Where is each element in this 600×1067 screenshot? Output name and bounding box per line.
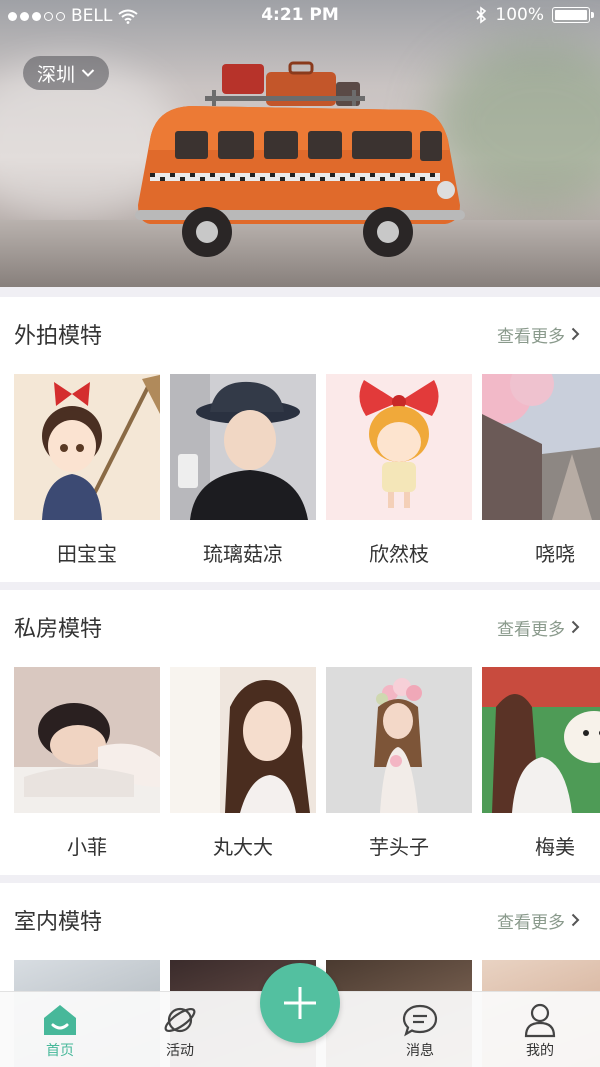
city-label: 深圳 [37, 63, 76, 86]
chat-bubble-icon [402, 1004, 438, 1037]
city-selector[interactable]: 深圳 [23, 56, 110, 90]
model-photo [326, 374, 472, 520]
chevron-right-icon [571, 327, 580, 341]
model-card[interactable]: 琉璃菇凉 [170, 374, 316, 566]
planet-icon [164, 1007, 196, 1033]
model-photo [482, 374, 600, 520]
model-card[interactable]: 小菲 [14, 667, 160, 859]
tab-label: 首页 [46, 1043, 74, 1059]
model-name: 哓哓 [535, 542, 575, 566]
model-photo [14, 374, 160, 520]
model-photo [170, 374, 316, 520]
section-title: 私房模特 [14, 617, 103, 642]
section-title: 外拍模特 [14, 324, 103, 349]
tab-label: 我的 [526, 1043, 554, 1059]
battery-icon [552, 7, 594, 23]
model-card[interactable]: 丸大大 [170, 667, 316, 859]
model-card[interactable]: 芋头子 [326, 667, 472, 859]
user-icon [524, 1003, 556, 1038]
app-screen: BELL 4:21 PM 100% 深圳 外拍模特 查看更多 田宝宝 琉璃菇凉 … [0, 0, 600, 1067]
chevron-down-icon [81, 69, 95, 77]
model-photo [14, 667, 160, 813]
model-photo [326, 667, 472, 813]
status-bar: BELL 4:21 PM 100% [0, 0, 600, 32]
view-more-link[interactable]: 查看更多 [497, 322, 580, 347]
model-name: 田宝宝 [57, 542, 117, 566]
toy-bus-image [135, 61, 465, 257]
model-card[interactable]: 梅美 [482, 667, 600, 859]
model-card[interactable]: 欣然枝 [326, 374, 472, 566]
model-name: 芋头子 [369, 835, 429, 859]
tab-label: 活动 [166, 1043, 194, 1059]
chevron-right-icon [571, 913, 580, 927]
view-more-link[interactable]: 查看更多 [497, 615, 580, 640]
view-more-link[interactable]: 查看更多 [497, 908, 580, 933]
model-photo [482, 667, 600, 813]
model-name: 丸大大 [213, 835, 273, 859]
model-name: 梅美 [535, 835, 575, 859]
bluetooth-icon [476, 6, 487, 24]
tab-profile[interactable]: 我的 [505, 1000, 575, 1060]
add-button[interactable] [260, 963, 340, 1043]
model-name: 欣然枝 [369, 542, 429, 566]
model-photo [170, 667, 316, 813]
battery-percent: 100% [495, 5, 544, 25]
section-outdoor-models: 外拍模特 查看更多 田宝宝 琉璃菇凉 欣然枝 哓哓 [0, 297, 600, 582]
tab-label: 消息 [406, 1043, 434, 1059]
tab-home[interactable]: 首页 [25, 1000, 95, 1060]
tab-activity[interactable]: 活动 [145, 1000, 215, 1060]
model-card[interactable]: 哓哓 [482, 374, 600, 566]
model-name: 琉璃菇凉 [203, 542, 283, 566]
home-icon [44, 1005, 76, 1035]
section-private-models: 私房模特 查看更多 小菲 丸大大 芋头子 梅美 [0, 590, 600, 875]
hero-banner[interactable]: BELL 4:21 PM 100% 深圳 [0, 0, 600, 287]
section-title: 室内模特 [14, 910, 103, 935]
model-name: 小菲 [67, 835, 107, 859]
tab-messages[interactable]: 消息 [385, 1000, 455, 1060]
plus-icon [284, 987, 316, 1019]
chevron-right-icon [571, 620, 580, 634]
model-card[interactable]: 田宝宝 [14, 374, 160, 566]
